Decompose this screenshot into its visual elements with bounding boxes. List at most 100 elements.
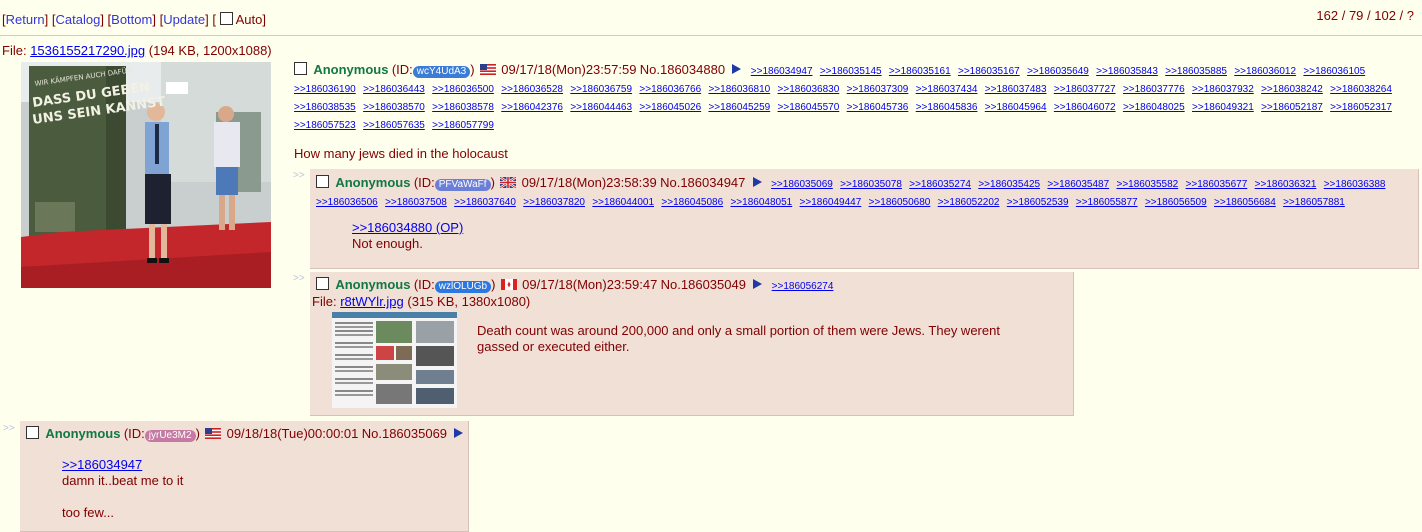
backlink[interactable]: >>186048051 [730, 197, 792, 208]
backlink[interactable]: >>186036766 [639, 84, 701, 95]
backlink[interactable]: >>186035843 [1096, 66, 1158, 77]
backlink[interactable]: >>186036759 [570, 84, 632, 95]
backlink[interactable]: >>186045964 [985, 102, 1047, 113]
reply-select-checkbox[interactable] [316, 277, 329, 290]
backlink[interactable]: >>186037820 [523, 197, 585, 208]
backlink[interactable]: >>186052187 [1261, 102, 1323, 113]
backlink[interactable]: >>186057799 [432, 120, 494, 131]
backlink[interactable]: >>186037932 [1192, 84, 1254, 95]
op-post-number[interactable]: No.186034880 [640, 62, 725, 77]
backlink[interactable]: >>186036810 [708, 84, 770, 95]
backlink[interactable]: >>186036506 [316, 197, 378, 208]
backlink[interactable]: >>186035677 [1186, 179, 1248, 190]
op-post: Anonymous (ID: wcY4UdA3) 09/17/18(Mon)23:… [294, 62, 1414, 162]
backlink[interactable]: >>186038578 [432, 102, 494, 113]
backlink[interactable]: >>186045736 [847, 102, 909, 113]
backlink[interactable]: >>186035425 [978, 179, 1040, 190]
backlink[interactable]: >>186049321 [1192, 102, 1254, 113]
reply-image-thumbnail[interactable] [332, 312, 457, 408]
backlink[interactable]: >>186036388 [1324, 179, 1386, 190]
backlink[interactable]: >>186037483 [985, 84, 1047, 95]
backlink[interactable]: >>186036105 [1303, 66, 1365, 77]
backlink[interactable]: >>186037309 [847, 84, 909, 95]
backlink[interactable]: >>186035885 [1165, 66, 1227, 77]
backlink[interactable]: >>186037508 [385, 197, 447, 208]
backlink[interactable]: >>186042376 [501, 102, 563, 113]
backlink[interactable]: >>186044001 [592, 197, 654, 208]
backlink[interactable]: >>186035274 [909, 179, 971, 190]
backlink[interactable]: >>186035167 [958, 66, 1020, 77]
backlink[interactable]: >>186038264 [1330, 84, 1392, 95]
backlink[interactable]: >>186035069 [771, 179, 833, 190]
backlink[interactable]: >>186035145 [820, 66, 882, 77]
reply-post-number[interactable]: No.186035049 [661, 277, 746, 292]
return-link[interactable]: Return [6, 12, 45, 27]
us-flag-icon [479, 64, 496, 75]
backlink[interactable]: >>186050680 [869, 197, 931, 208]
backlink[interactable]: >>186038242 [1261, 84, 1323, 95]
backlink[interactable]: >>186045570 [778, 102, 840, 113]
backlink[interactable]: >>186035487 [1047, 179, 1109, 190]
backlink[interactable]: >>186035078 [840, 179, 902, 190]
backlink[interactable]: >>186036443 [363, 84, 425, 95]
auto-checkbox[interactable] [219, 12, 233, 25]
backlink[interactable]: >>186045086 [661, 197, 723, 208]
backlink[interactable]: >>186055877 [1076, 197, 1138, 208]
backlink[interactable]: >>186057881 [1283, 197, 1345, 208]
backlink[interactable]: >>186036190 [294, 84, 356, 95]
backlink[interactable]: >>186037434 [916, 84, 978, 95]
backlink[interactable]: >>186046072 [1054, 102, 1116, 113]
backlink[interactable]: >>186056274 [772, 281, 834, 292]
backlink[interactable]: >>186036528 [501, 84, 563, 95]
backlink[interactable]: >>186045836 [916, 102, 978, 113]
op-image[interactable]: WIR KÄMPFEN AUCH DAFÜR, DASS DU GEBEN UN… [21, 62, 271, 288]
backlink[interactable]: >>186057523 [294, 120, 356, 131]
reply-poster-name: Anonymous [335, 175, 411, 190]
reply-poster-id[interactable]: jyrUe3M2 [144, 430, 196, 442]
backlink[interactable]: >>186036830 [778, 84, 840, 95]
quote-link[interactable]: >>186034880 (OP) [352, 220, 463, 235]
backlink[interactable]: >>186056509 [1145, 197, 1207, 208]
backlink[interactable]: >>186045026 [639, 102, 701, 113]
backlink[interactable]: >>186036012 [1234, 66, 1296, 77]
post-menu-icon[interactable] [752, 177, 762, 187]
uk-flag-icon [500, 177, 517, 188]
backlink[interactable]: >>186052317 [1330, 102, 1392, 113]
catalog-link[interactable]: Catalog [56, 12, 101, 27]
backlink[interactable]: >>186048025 [1123, 102, 1185, 113]
backlink[interactable]: >>186057635 [363, 120, 425, 131]
backlink[interactable]: >>186038570 [363, 102, 425, 113]
backlink[interactable]: >>186036321 [1255, 179, 1317, 190]
post-menu-icon[interactable] [732, 64, 742, 74]
backlink[interactable]: >>186052539 [1007, 197, 1069, 208]
backlink[interactable]: >>186037640 [454, 197, 516, 208]
reply-poster-id[interactable]: wzlOLUGb [434, 281, 492, 293]
op-poster-id[interactable]: wcY4UdA3 [412, 66, 471, 78]
backlink[interactable]: >>186037727 [1054, 84, 1116, 95]
backlink[interactable]: >>186035649 [1027, 66, 1089, 77]
backlink[interactable]: >>186038535 [294, 102, 356, 113]
op-select-checkbox[interactable] [294, 62, 307, 75]
post-menu-icon[interactable] [454, 428, 464, 438]
backlink[interactable]: >>186045259 [708, 102, 770, 113]
backlink[interactable]: >>186044463 [570, 102, 632, 113]
post-menu-icon[interactable] [753, 279, 763, 289]
reply-poster-id[interactable]: PFVaWaFf [434, 179, 491, 191]
backlink[interactable]: >>186035161 [889, 66, 951, 77]
backlink[interactable]: >>186037776 [1123, 84, 1185, 95]
backlink[interactable]: >>186036500 [432, 84, 494, 95]
reply-select-checkbox[interactable] [316, 175, 329, 188]
quote-link[interactable]: >>186034947 [62, 457, 142, 472]
backlink[interactable]: >>186034947 [751, 66, 813, 77]
backlink[interactable]: >>186049447 [800, 197, 862, 208]
op-file-link[interactable]: 1536155217290.jpg [30, 43, 145, 58]
backlink[interactable]: >>186035582 [1116, 179, 1178, 190]
backlink[interactable]: >>186056684 [1214, 197, 1276, 208]
reply-file-link[interactable]: r8tWYlr.jpg [340, 294, 404, 309]
reply-select-checkbox[interactable] [26, 426, 39, 439]
bottom-link[interactable]: Bottom [111, 12, 152, 27]
backlink[interactable]: >>186052202 [938, 197, 1000, 208]
reply-post-number[interactable]: No.186034947 [660, 175, 745, 190]
update-link[interactable]: Update [163, 12, 205, 27]
reply-post-number[interactable]: No.186035069 [362, 426, 447, 441]
